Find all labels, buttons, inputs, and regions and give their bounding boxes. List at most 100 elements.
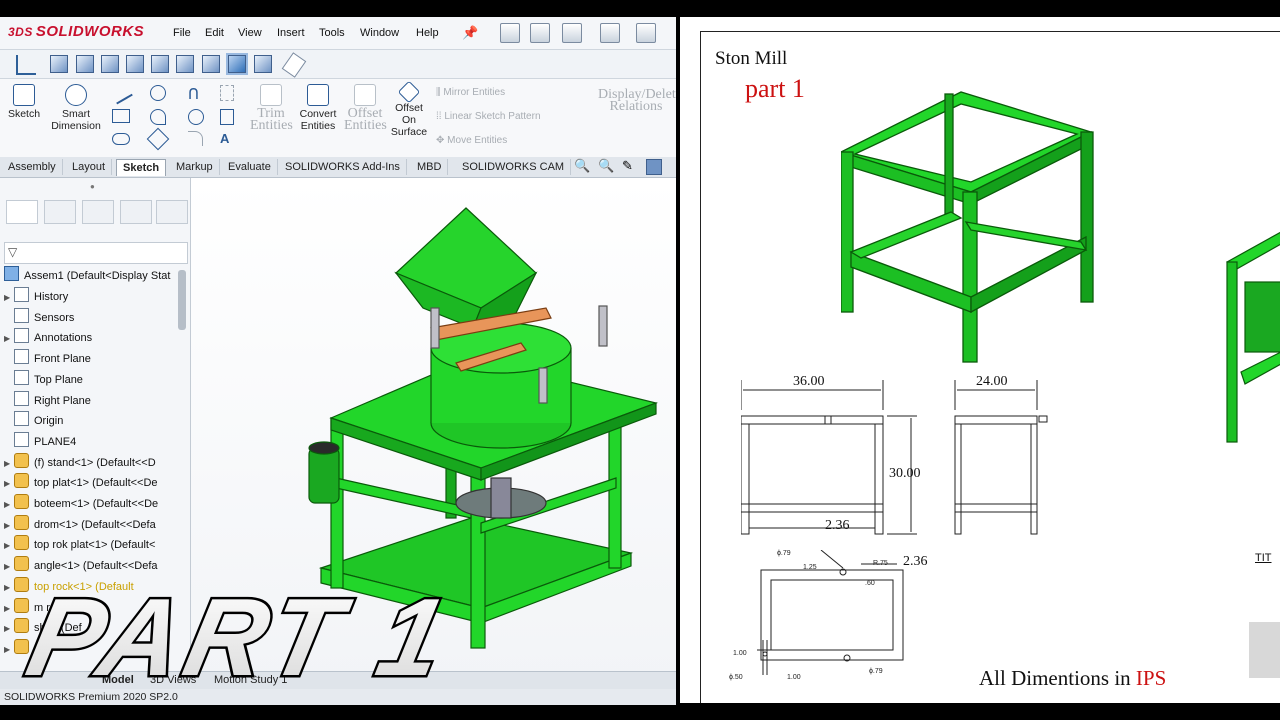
tree-item[interactable]: ▶ Annotations [4,328,182,348]
tree-item[interactable]: Right Plane [4,390,182,411]
spline-icon[interactable]: ᑎ [188,85,199,103]
view-top-icon[interactable] [151,55,169,73]
print-icon[interactable] [636,23,656,43]
expand-arrow-icon[interactable]: ▶ [4,288,14,307]
menu-file[interactable]: File [173,27,191,39]
feature-tree-tab-icon[interactable] [6,200,38,224]
trim-entities-button[interactable]: Trim Entities [250,84,293,133]
tree-item[interactable]: ▶ top plat<1> (Default<<De [4,473,182,493]
panel-grip-icon[interactable]: ● [90,182,95,191]
tree-item[interactable]: PLANE4 [4,431,182,452]
tree-item[interactable]: ▶ (f) stand<1> (Default<<D [4,452,182,473]
view-iso-icon[interactable] [202,55,220,73]
tree-item[interactable]: ▶ boteem<1> (Default<<De [4,494,182,514]
construction-icon[interactable] [220,85,234,101]
dim-depth: 24.00 [976,374,1008,389]
polygon-shape-icon[interactable] [146,127,170,151]
move-entities-button[interactable]: ✥ Move Entities [436,135,507,146]
tab-addins[interactable]: SOLIDWORKS Add-Ins [279,159,407,175]
fillet-icon[interactable] [188,131,203,146]
menu-insert[interactable]: Insert [277,27,305,39]
tab-assembly[interactable]: Assembly [2,159,63,175]
tree-item[interactable]: ▶ History [4,287,182,307]
view-toolbar [0,50,676,79]
panel-tab-arrows-icon[interactable] [156,200,188,224]
property-manager-tab-icon[interactable] [44,200,76,224]
pin-icon[interactable]: 📌 [462,25,478,41]
expand-arrow-icon[interactable]: ▶ [4,454,14,473]
section-view-icon[interactable]: ✎ [622,158,633,174]
expand-arrow-icon[interactable]: ▶ [4,329,14,348]
line-icon[interactable] [109,81,133,105]
slot-icon[interactable] [112,133,130,145]
arc-icon[interactable] [150,109,166,125]
menu-help[interactable]: Help [416,27,439,39]
save-icon[interactable] [600,23,620,43]
tab-mbd[interactable]: MBD [411,159,449,175]
dim-060: .60 [865,580,875,587]
tab-evaluate[interactable]: Evaluate [222,159,278,175]
zoom-fit-icon[interactable]: 🔍 [574,158,590,174]
tab-cam[interactable]: SOLIDWORKS CAM [456,159,572,175]
solidworks-logo[interactable]: 3DS SOLIDWORKS [8,23,144,40]
tree-scrollbar[interactable] [178,270,186,330]
filter-box[interactable]: ▽ [4,242,188,264]
view-shaded-icon[interactable] [226,53,248,75]
offset-label-2: Entities [344,118,387,133]
smart-dimension-button[interactable]: Smart Dimension [46,84,106,132]
view-settings-icon[interactable] [281,52,307,78]
tab-sketch[interactable]: Sketch [116,159,167,176]
tab-layout[interactable]: Layout [66,159,113,175]
view-left-icon[interactable] [101,55,119,73]
dim-offset: 2.36 [825,518,850,533]
second-iso-view-partial [1226,231,1280,443]
tree-root[interactable]: Assem1 (Default<Display Stat [4,266,182,286]
polygon-icon[interactable] [188,109,204,125]
view-bottom-icon[interactable] [176,55,194,73]
menu-tools[interactable]: Tools [319,27,345,39]
convert-entities-button[interactable]: Convert Entities [296,84,340,132]
menu-view[interactable]: View [238,27,262,39]
tree-item[interactable]: Top Plane [4,369,182,390]
tree-item[interactable]: ▶ top rok plat<1> (Default< [4,535,182,555]
offset-entities-button[interactable]: Offset Entities [344,84,387,133]
open-icon[interactable] [562,23,582,43]
menu-edit[interactable]: Edit [205,27,224,39]
tree-item[interactable]: ▶ drom<1> (Default<<Defa [4,514,182,535]
rectangle-icon[interactable] [112,109,130,123]
zoom-area-icon[interactable]: 🔍 [598,158,614,174]
plane-sketch-icon[interactable] [220,109,234,125]
tab-markup[interactable]: Markup [170,159,220,175]
view-front-icon[interactable] [50,55,68,73]
display-delete-relations-button[interactable]: Display/Delete Relations [598,88,676,114]
sketch-button[interactable]: Sketch [6,84,42,120]
display-style-icon[interactable] [646,159,662,175]
expand-arrow-icon[interactable]: ▶ [4,474,14,493]
view-back-icon[interactable] [76,55,94,73]
title-block-image-partial [1249,622,1280,678]
offset-on-surface-button[interactable]: Offset On Surface [388,80,430,138]
tree-item[interactable]: Front Plane [4,349,182,369]
normal-to-icon[interactable] [16,55,36,75]
units-note-unit: IPS [1135,666,1167,690]
title-block-partial: TIT [1255,552,1272,564]
trim-icon [260,84,282,106]
circle-icon[interactable] [150,85,166,101]
text-tool-icon[interactable]: A [220,131,229,146]
menu-window[interactable]: Window [360,27,399,39]
new-document-icon[interactable] [530,23,550,43]
configuration-manager-tab-icon[interactable] [82,200,114,224]
tree-root-label: Assem1 (Default<Display Stat [24,270,171,282]
mirror-entities-button[interactable]: ⫼ Mirror Entities [436,87,505,98]
view-dimetric-icon[interactable] [254,55,272,73]
dimxpert-tab-icon[interactable] [120,200,152,224]
home-icon[interactable] [500,23,520,43]
expand-arrow-icon[interactable]: ▶ [4,495,14,514]
expand-arrow-icon[interactable]: ▶ [4,536,14,555]
tree-item[interactable]: Sensors [4,307,182,328]
expand-arrow-icon[interactable]: ▶ [4,516,14,535]
linear-pattern-button[interactable]: ⁞⁞ Linear Sketch Pattern [436,111,541,122]
view-right-icon[interactable] [126,55,144,73]
offset-icon [354,84,376,106]
tree-item[interactable]: Origin [4,411,182,431]
